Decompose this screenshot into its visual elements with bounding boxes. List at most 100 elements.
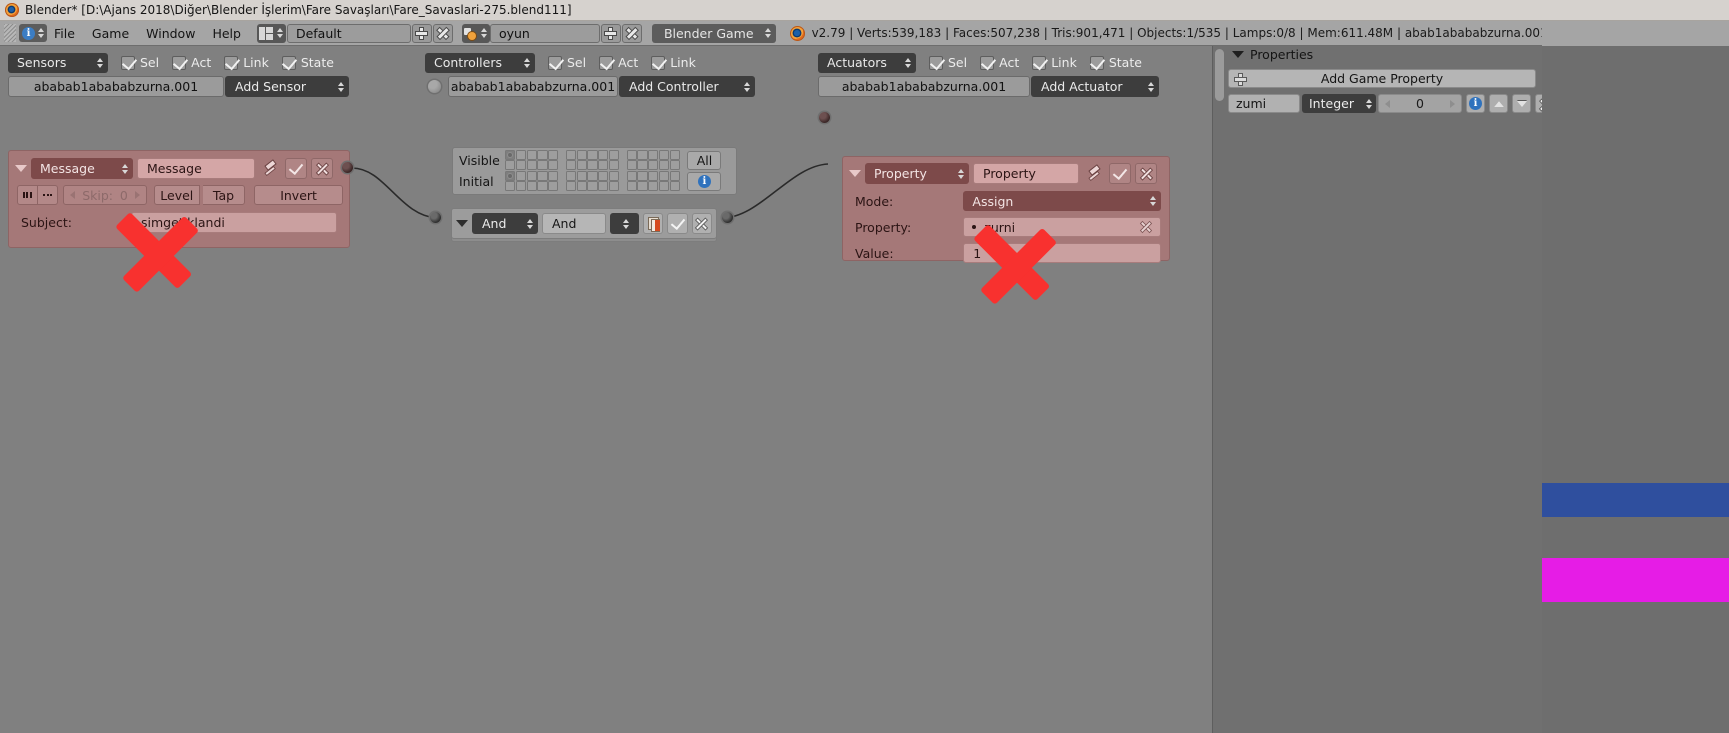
sensors-filter-sel[interactable]: Sel (121, 55, 159, 70)
sensor-skip-value: 0 (119, 187, 128, 203)
sensor-pin-button[interactable] (259, 158, 281, 179)
properties-panel-header[interactable]: Properties (1232, 46, 1313, 62)
actuator-pin-button[interactable] (1083, 163, 1105, 184)
triangle-down-icon[interactable] (15, 165, 27, 172)
add-actuator-button[interactable]: Add Actuator (1031, 76, 1159, 97)
add-game-property-label: Add Game Property (1320, 71, 1444, 86)
controllers-filter-link[interactable]: Link (651, 55, 696, 70)
controllers-filter-act[interactable]: Act (599, 55, 638, 70)
sensors-filter-state[interactable]: State (281, 55, 334, 70)
state-grid-init-group-2[interactable] (565, 170, 620, 192)
sensors-column-dropdown[interactable]: Sensors (8, 52, 108, 73)
delete-screen-layout-button[interactable] (432, 23, 453, 43)
actuator-name-field[interactable]: Property (973, 163, 1079, 184)
controllers-column-dropdown[interactable]: Controllers (425, 52, 535, 73)
sensor-delete-button[interactable] (311, 158, 333, 179)
sensor-type-dropdown[interactable]: Message (31, 158, 133, 179)
actuators-column-dropdown[interactable]: Actuators (818, 52, 916, 73)
menu-help[interactable]: Help (212, 26, 241, 41)
checkbox-icon (121, 55, 135, 70)
controller-output-socket[interactable] (722, 212, 733, 223)
game-property-type-dropdown[interactable]: Integer (1302, 94, 1376, 113)
sensor-name-field[interactable]: Message (137, 158, 255, 179)
game-property-name-field[interactable]: zumi (1228, 94, 1300, 113)
state-grid-init-group-1[interactable] (505, 170, 559, 192)
actuator-input-socket[interactable] (819, 112, 830, 123)
render-engine-selector[interactable]: Blender Game (651, 23, 776, 43)
sensors-filter-link[interactable]: Link (224, 55, 269, 70)
top-header-bar: i File Game Window Help Default oyun Ble… (0, 21, 1729, 46)
actuators-filter-state[interactable]: State (1089, 55, 1142, 70)
controller-state-toggle[interactable] (667, 213, 688, 234)
controllers-filter-sel[interactable]: Sel (548, 55, 586, 70)
sensor-invert-button[interactable]: Invert (254, 185, 343, 205)
controller-name-field[interactable]: And (541, 213, 607, 234)
actuators-object-name[interactable]: ababab1abababzurna.001 (818, 76, 1030, 97)
x-icon[interactable] (1140, 221, 1152, 233)
controller-script-button[interactable] (643, 213, 664, 234)
states-debug-button[interactable]: i (687, 171, 722, 191)
pulse-false-level-button[interactable] (37, 185, 59, 205)
editor-type-selector[interactable]: i (19, 24, 47, 42)
menu-game[interactable]: Game (92, 26, 129, 41)
state-grid-group-2[interactable] (565, 149, 620, 171)
actuator-type-dropdown[interactable]: Property (865, 163, 969, 184)
add-game-property-button[interactable]: Add Game Property (1228, 69, 1536, 88)
controller-delete-button[interactable] (691, 213, 712, 234)
pulse-false-icon (42, 194, 53, 196)
checkbox-icon (224, 55, 239, 70)
area-corner-handle[interactable] (4, 24, 16, 42)
actuators-filter-act[interactable]: Act (980, 55, 1019, 70)
add-sensor-button[interactable]: Add Sensor (225, 76, 349, 97)
actuator-mode-value: Assign (972, 193, 1014, 209)
add-screen-layout-button[interactable] (411, 23, 432, 43)
arrow-right-icon (1449, 99, 1455, 108)
actuators-filter-sel[interactable]: Sel (929, 55, 967, 70)
sensors-object-name[interactable]: ababab1abababzurna.001 (8, 76, 224, 97)
checkbox-icon (1089, 55, 1104, 70)
scene-selector[interactable] (461, 23, 490, 43)
controllers-object-name[interactable]: ababab1abababzurna.001 (448, 76, 618, 97)
game-property-value-field[interactable]: 0 (1378, 94, 1462, 113)
triangle-down-icon[interactable] (849, 170, 861, 177)
screen-layout-selector[interactable] (256, 23, 286, 43)
sensor-state-toggle[interactable] (285, 158, 307, 179)
controller-state-dropdown[interactable] (610, 213, 640, 234)
pulse-true-level-button[interactable] (17, 185, 38, 205)
controller-input-socket[interactable] (430, 212, 441, 223)
check-icon (1114, 168, 1126, 180)
sensor-skip-field[interactable]: Skip: 0 (63, 185, 147, 205)
triangle-down-icon[interactable] (456, 220, 468, 227)
sensor-level-button[interactable]: Level (153, 185, 200, 205)
screen-layout-name-field[interactable]: Default (286, 23, 411, 43)
chevron-updown-icon (276, 28, 284, 38)
sensors-object-row: ababab1abababzurna.001 Add Sensor (8, 76, 349, 97)
state-grid-init-group-3[interactable] (626, 170, 680, 192)
game-property-debug-button[interactable]: i (1466, 94, 1485, 113)
panel-scrollbar[interactable] (1215, 49, 1224, 101)
triangle-up-icon (1493, 100, 1504, 107)
controller-column-socket[interactable] (428, 80, 441, 93)
menu-file[interactable]: File (54, 26, 75, 41)
add-controller-button[interactable]: Add Controller (619, 76, 755, 97)
state-grid-group-3[interactable] (626, 149, 680, 171)
actuator-mode-dropdown[interactable]: Assign (963, 191, 1161, 211)
states-all-button[interactable]: All (687, 150, 722, 170)
sensor-output-socket[interactable] (342, 162, 353, 173)
delete-scene-button[interactable] (621, 23, 642, 43)
add-sensor-label: Add Sensor (235, 79, 307, 94)
menu-window[interactable]: Window (146, 26, 195, 41)
actuators-filter-link[interactable]: Link (1032, 55, 1077, 70)
chevron-updown-icon (1147, 81, 1155, 92)
sensors-filter-act[interactable]: Act (172, 55, 211, 70)
sensor-tap-button[interactable]: Tap (202, 185, 246, 205)
game-property-move-up-button[interactable] (1489, 94, 1508, 113)
scene-name-field[interactable]: oyun (489, 23, 600, 43)
controller-type-dropdown[interactable]: And (472, 213, 538, 234)
actuator-delete-button[interactable] (1135, 163, 1157, 184)
game-property-move-down-button[interactable] (1512, 94, 1531, 113)
add-scene-button[interactable] (600, 23, 621, 43)
controller-type-label: And (482, 216, 507, 231)
state-grid-group-1[interactable] (505, 149, 559, 171)
actuator-state-toggle[interactable] (1109, 163, 1131, 184)
